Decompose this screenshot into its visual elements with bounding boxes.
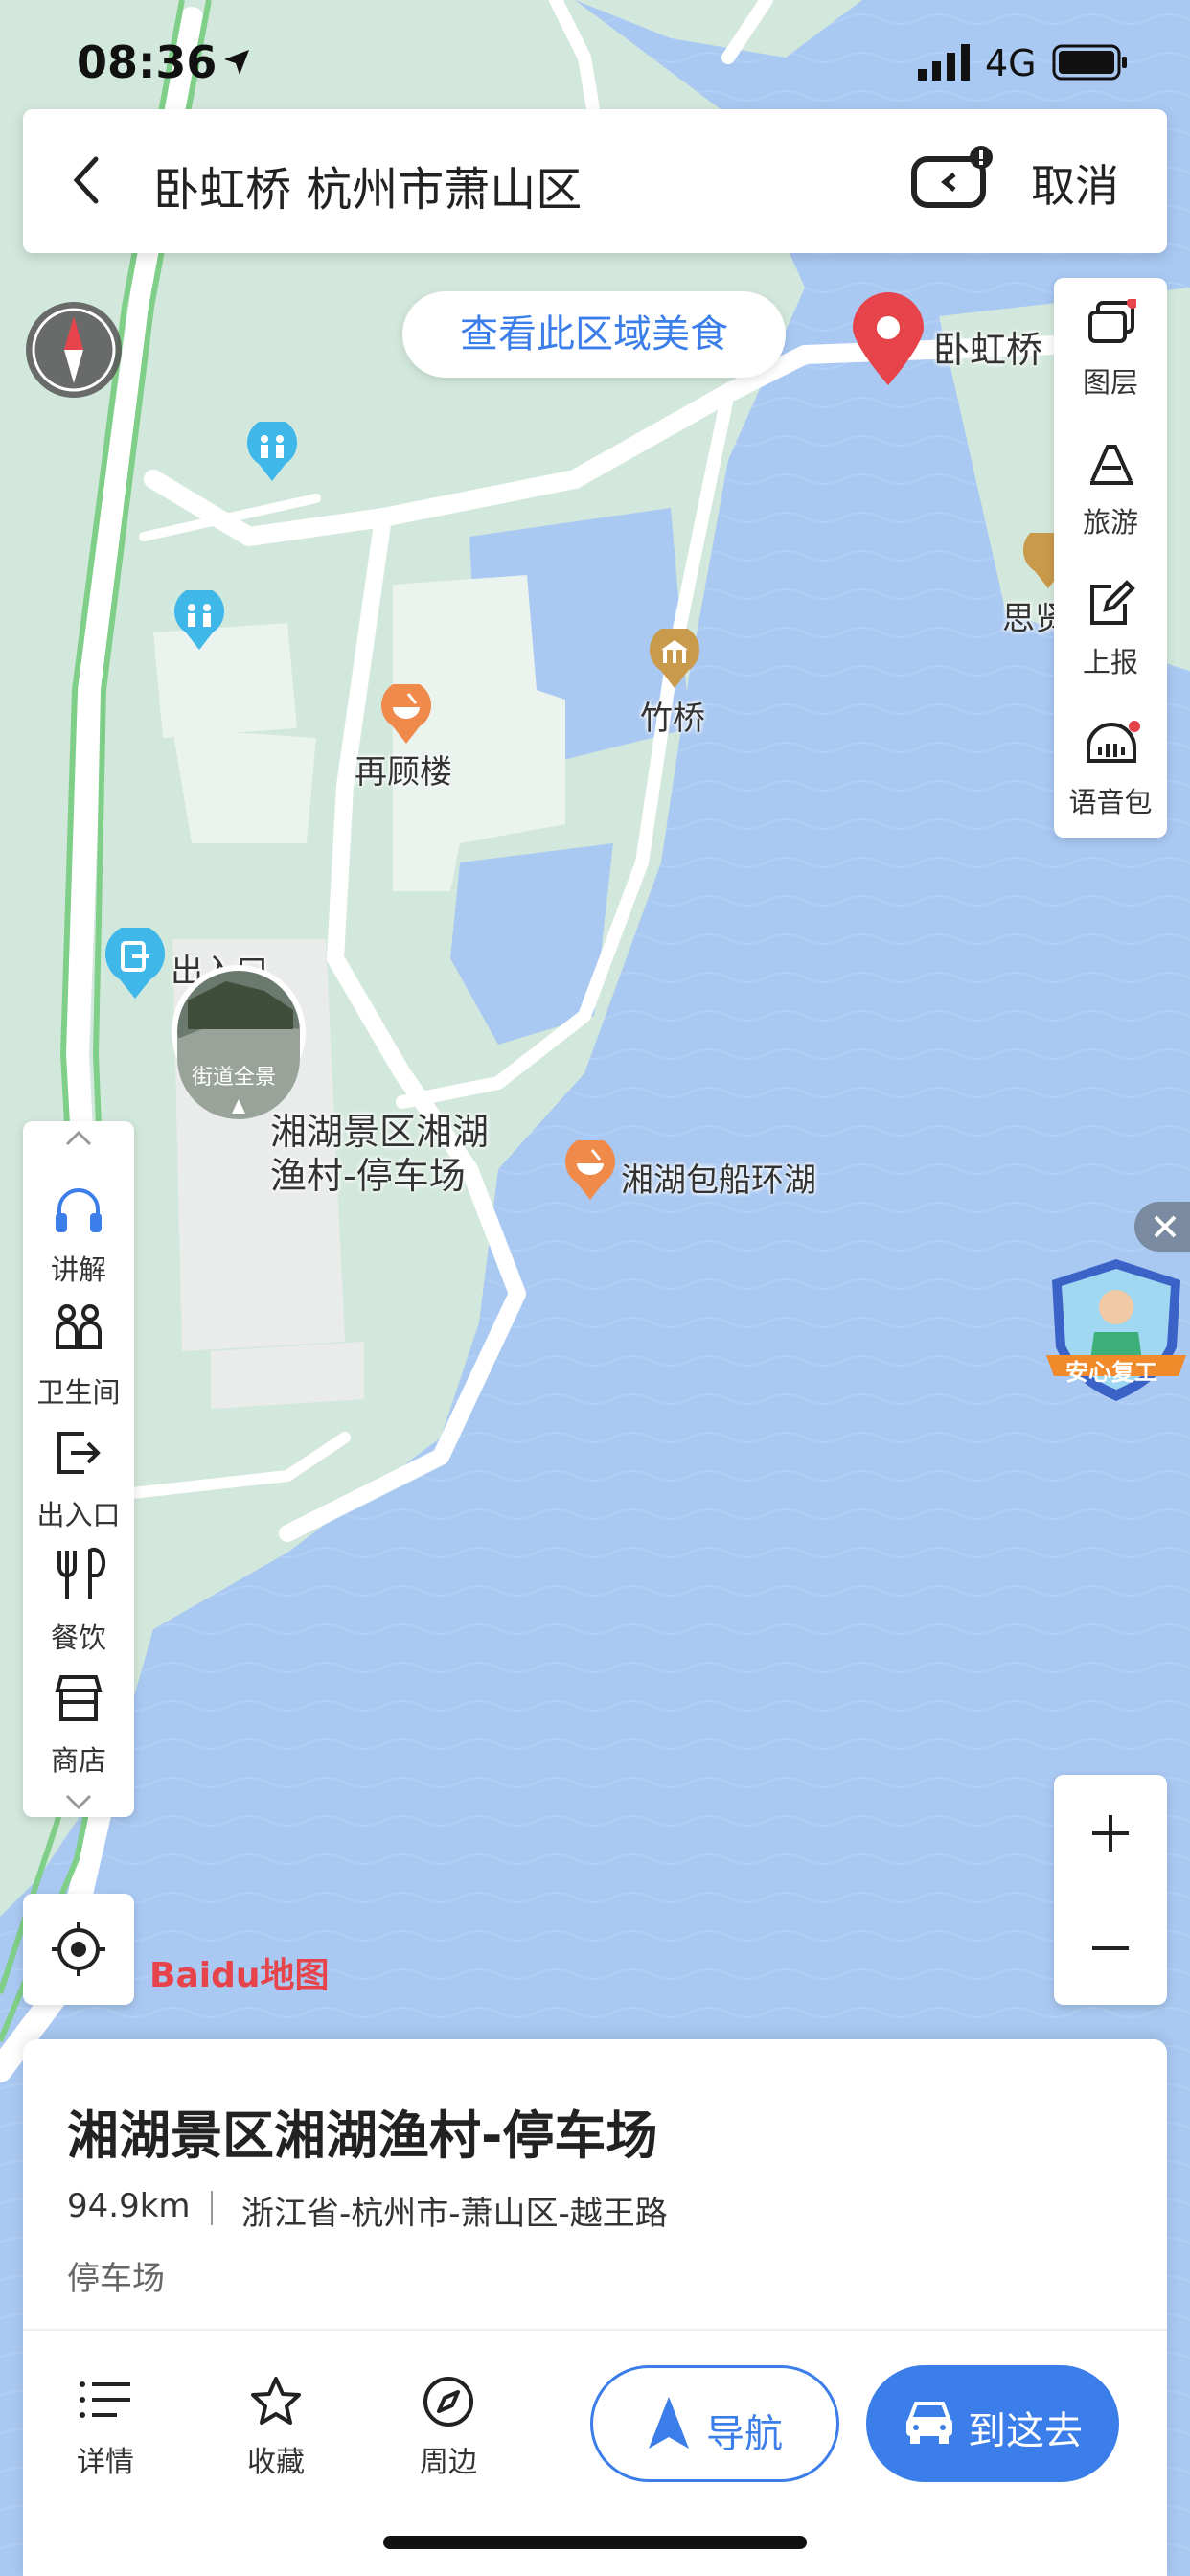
exit-poi-icon[interactable] xyxy=(103,924,167,1004)
locate-icon xyxy=(52,1922,105,1976)
navigation-arrow-icon xyxy=(649,2397,689,2449)
map-label-zaigulou: 再顾楼 xyxy=(355,753,452,792)
shop-button[interactable]: 商店 xyxy=(23,1660,134,1782)
star-icon xyxy=(251,2377,301,2425)
favorite-button[interactable]: 收藏 xyxy=(218,2371,333,2486)
map-label-zhuqiao: 竹桥 xyxy=(640,700,705,738)
audio-guide-button[interactable]: 讲解 xyxy=(23,1169,134,1292)
navigate-button[interactable]: 导航 xyxy=(590,2365,839,2482)
place-category: 停车场 xyxy=(67,2260,165,2298)
view-area-food-button[interactable]: 查看此区域美食 xyxy=(402,291,786,378)
shop-icon xyxy=(55,1675,103,1721)
street-view-label: 街道全景 xyxy=(192,1066,277,1090)
voice-pack-icon xyxy=(1087,721,1140,763)
restaurant-poi-icon[interactable] xyxy=(379,680,433,749)
right-toolbar: 图层 旅游 上报 语音包 xyxy=(1054,278,1167,838)
go-here-button[interactable]: 到这去 xyxy=(866,2365,1119,2482)
network-type: 4G xyxy=(985,42,1037,84)
ar-camera-icon[interactable] xyxy=(910,144,993,217)
signal-icon xyxy=(918,44,972,84)
voice-pack-button[interactable]: 语音包 xyxy=(1054,698,1167,838)
zoom-control xyxy=(1054,1775,1167,2005)
details-button[interactable]: 详情 xyxy=(48,2371,163,2486)
report-button[interactable]: 上报 xyxy=(1054,558,1167,698)
card-divider xyxy=(23,2329,1167,2331)
minus-icon xyxy=(1092,1946,1129,1950)
map-label-parking-line2: 渔村-停车场 xyxy=(270,1155,466,1197)
status-time: 08:36 xyxy=(77,36,217,88)
restroom-poi-icon[interactable] xyxy=(172,586,226,656)
headphones-icon xyxy=(56,1188,102,1232)
place-address: 浙江省-杭州市-萧山区-越王路 xyxy=(241,2195,668,2233)
dining-button[interactable]: 餐饮 xyxy=(23,1537,134,1660)
locate-me-button[interactable] xyxy=(23,1894,134,2005)
travel-button[interactable]: 旅游 xyxy=(1054,418,1167,558)
cancel-button[interactable]: 取消 xyxy=(1031,151,1119,215)
left-toolbar: 讲解 卫生间 出入口 餐饮 商店 xyxy=(23,1121,134,1817)
restroom-icon xyxy=(56,1304,102,1349)
back-icon[interactable] xyxy=(67,153,105,211)
layers-icon xyxy=(1088,299,1136,343)
compass-button[interactable] xyxy=(23,299,125,404)
restroom-poi-icon[interactable] xyxy=(245,418,299,487)
bridge-poi-icon[interactable] xyxy=(648,625,701,694)
close-badge-icon[interactable] xyxy=(1134,1202,1190,1255)
info-divider xyxy=(211,2191,213,2225)
place-title: 湘湖景区湘湖渔村-停车场 xyxy=(67,2105,658,2166)
layers-button[interactable]: 图层 xyxy=(1054,278,1167,418)
restaurant-poi-icon[interactable] xyxy=(563,1137,617,1206)
fork-knife-icon xyxy=(57,1547,105,1598)
zoom-out-button[interactable] xyxy=(1054,1890,1167,2005)
destination-pin-icon[interactable] xyxy=(849,289,927,393)
list-icon xyxy=(80,2381,130,2418)
campaign-badge-label: 安心复工 xyxy=(1065,1359,1157,1386)
home-indicator[interactable] xyxy=(383,2536,807,2549)
place-distance: 94.9km xyxy=(67,2187,191,2225)
zoom-in-button[interactable] xyxy=(1054,1775,1167,1890)
exit-icon xyxy=(57,1432,101,1474)
report-icon xyxy=(1090,580,1135,625)
street-view-thumbnail[interactable] xyxy=(169,962,309,1123)
car-icon xyxy=(906,2402,952,2444)
map-label-boat: 湘湖包船环湖 xyxy=(621,1162,816,1200)
battery-icon xyxy=(1052,44,1129,84)
restroom-button[interactable]: 卫生间 xyxy=(23,1292,134,1414)
compass-icon xyxy=(423,2377,473,2426)
chevron-up-icon[interactable] xyxy=(61,1127,96,1154)
baidu-map-logo: Baidu地图 xyxy=(149,1956,330,1995)
chevron-down-icon[interactable] xyxy=(61,1790,96,1817)
pin-label: 卧虹桥 xyxy=(933,329,1043,371)
nearby-button[interactable]: 周边 xyxy=(391,2371,506,2486)
search-query[interactable]: 卧虹桥 杭州市萧山区 xyxy=(153,151,582,218)
travel-icon xyxy=(1090,445,1133,485)
plus-icon xyxy=(1092,1815,1129,1852)
location-arrow-icon xyxy=(220,46,253,82)
exit-button[interactable]: 出入口 xyxy=(23,1414,134,1537)
